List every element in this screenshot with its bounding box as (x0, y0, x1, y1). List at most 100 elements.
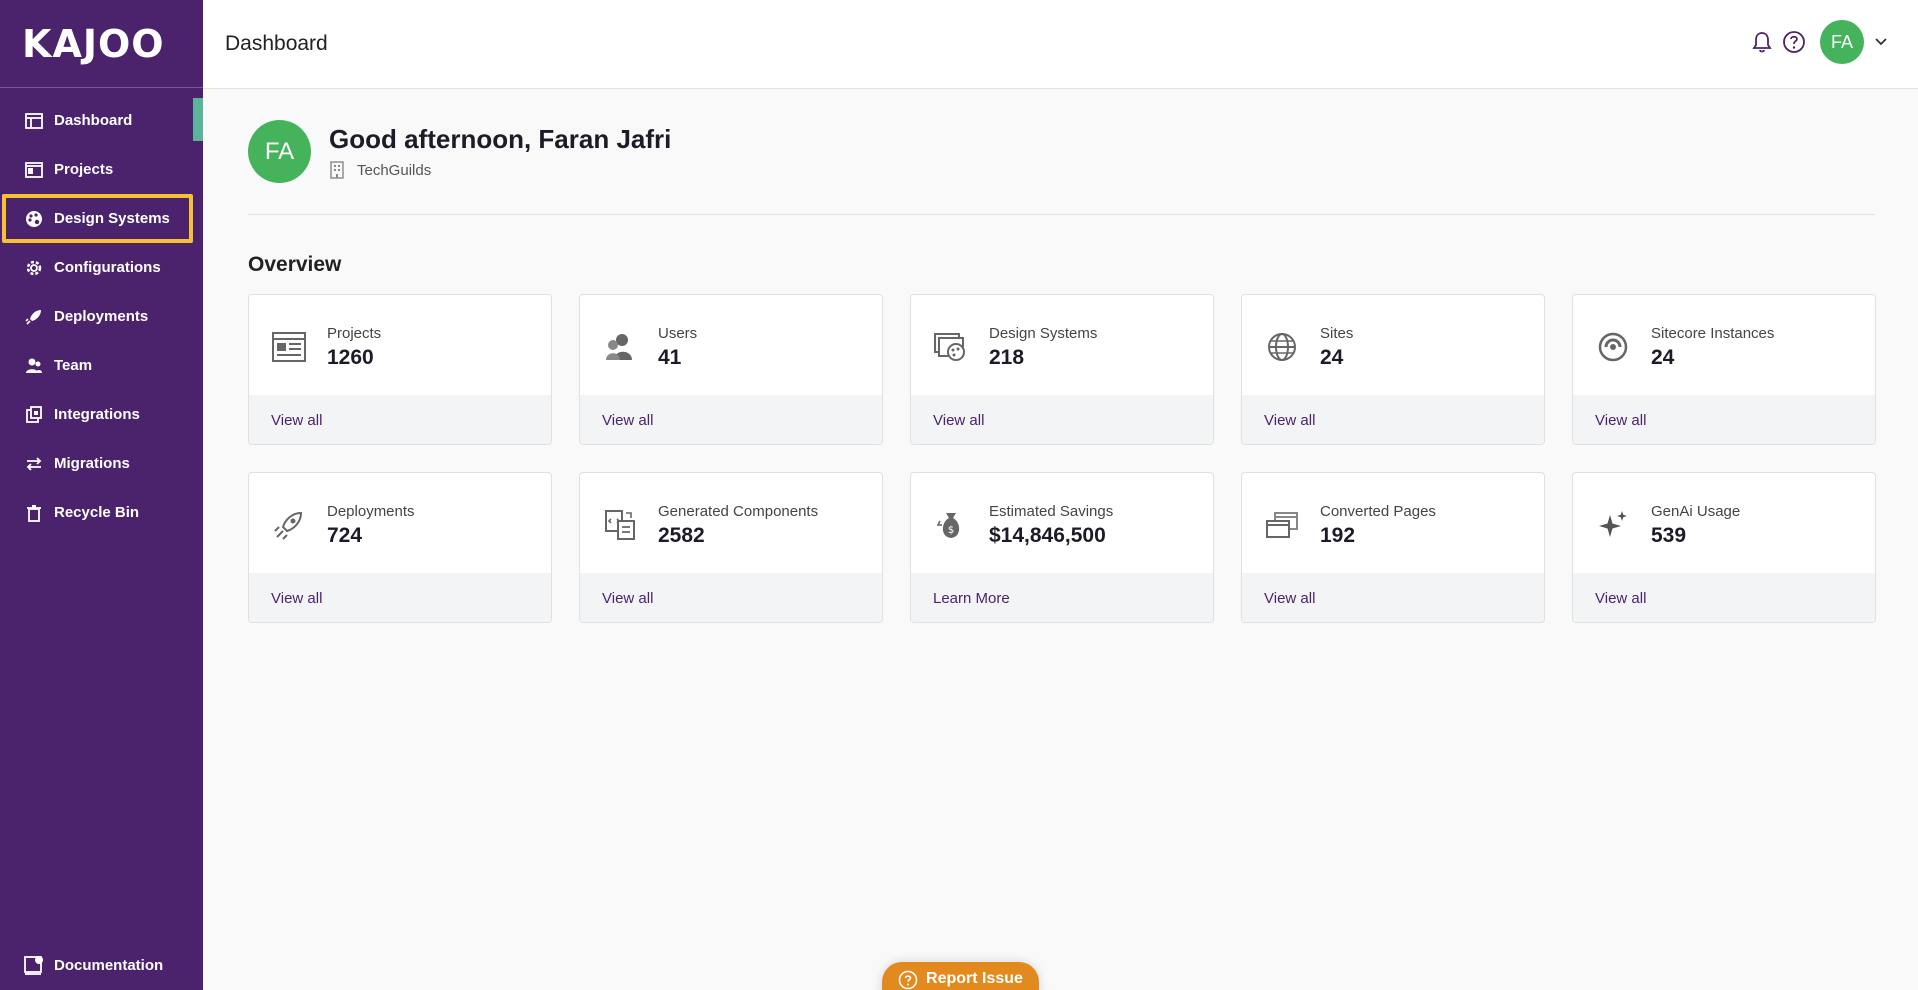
sidebar-item-label: Configurations (54, 259, 161, 276)
gear-icon (22, 256, 46, 280)
card-text: Design Systems 218 (989, 325, 1097, 370)
card-value: 41 (658, 345, 682, 369)
card-body: Deployments 724 (249, 473, 551, 573)
view-all-link[interactable]: View all (1573, 395, 1875, 444)
card-value: 724 (327, 523, 363, 547)
card-label: Sitecore Instances (1651, 324, 1775, 342)
sidebar-item-label: Design Systems (54, 210, 170, 227)
report-issue-label: Report Issue (926, 970, 1023, 987)
card-value: 218 (989, 345, 1025, 369)
overview-title: Overview (248, 253, 342, 276)
card-body: Converted Pages 192 (1242, 473, 1544, 573)
card-text: Generated Components 2582 (658, 503, 818, 548)
sidebar-item-configurations[interactable]: Configurations (0, 243, 203, 292)
stat-card-converted-pages: Converted Pages 192 View all (1241, 472, 1545, 623)
card-label: Projects (327, 324, 382, 342)
stat-card-generated-components: Generated Components 2582 View all (579, 472, 883, 623)
sidebar-item-team[interactable]: Team (0, 341, 203, 390)
help-circle-icon (898, 970, 918, 990)
bell-icon[interactable] (1748, 28, 1776, 56)
organization: TechGuilds (329, 161, 671, 179)
view-all-link[interactable]: View all (249, 395, 551, 444)
greeting-info: Good afternoon, Faran Jafri TechGuilds (329, 124, 671, 179)
card-body: GenAi Usage 539 (1573, 473, 1875, 573)
card-body: Projects 1260 (249, 295, 551, 395)
stat-card-sites: Sites 24 View all (1241, 294, 1545, 445)
sidebar-nav: Dashboard Projects Design Systems Config… (0, 88, 203, 537)
view-all-link[interactable]: View all (1242, 573, 1544, 622)
card-body: Sites 24 (1242, 295, 1544, 395)
card-value: 24 (1651, 345, 1675, 369)
logo-text: KAJOO (22, 21, 165, 66)
greeting-text: Good afternoon, Faran Jafri (329, 124, 672, 154)
view-all-link[interactable]: View all (580, 395, 882, 444)
card-value: $14,846,500 (989, 523, 1106, 547)
card-label: Converted Pages (1320, 502, 1436, 520)
report-issue-button[interactable]: Report Issue (882, 962, 1039, 990)
card-text: GenAi Usage 539 (1651, 503, 1740, 548)
card-text: Users 41 (658, 325, 697, 370)
learn-more-link[interactable]: Learn More (911, 573, 1213, 622)
view-all-link[interactable]: View all (1242, 395, 1544, 444)
organization-name: TechGuilds (357, 161, 432, 179)
card-body: Sitecore Instances 24 (1573, 295, 1875, 395)
sidebar-item-dashboard[interactable]: Dashboard (0, 96, 203, 145)
sidebar-item-label: Team (54, 357, 93, 374)
card-body: Users 41 (580, 295, 882, 395)
trash-icon (22, 501, 46, 525)
card-value: 2582 (658, 523, 705, 547)
pages-icon (1262, 505, 1302, 545)
sidebar: KAJOO Dashboard Projects Design Systems … (0, 0, 203, 990)
projects-icon (269, 327, 309, 367)
code-file-icon (600, 505, 640, 545)
sidebar-item-migrations[interactable]: Migrations (0, 439, 203, 488)
money-bag-icon: $ (931, 505, 971, 545)
card-value: 1260 (327, 345, 374, 369)
sidebar-item-label: Migrations (54, 455, 130, 472)
main-content: FA Good afternoon, Faran Jafri TechGuild… (248, 89, 1876, 623)
sidebar-item-projects[interactable]: Projects (0, 145, 203, 194)
view-all-link[interactable]: View all (580, 573, 882, 622)
sidebar-item-recycle-bin[interactable]: Recycle Bin (0, 488, 203, 537)
sidebar-item-label: Recycle Bin (54, 504, 140, 521)
top-header: Dashboard FA (203, 0, 1918, 89)
stat-card-design-systems: Design Systems 218 View all (910, 294, 1214, 445)
card-text: Estimated Savings $14,846,500 (989, 503, 1113, 548)
stat-card-sitecore-instances: Sitecore Instances 24 View all (1572, 294, 1876, 445)
building-icon (329, 161, 347, 179)
sidebar-item-documentation[interactable]: Documentation (0, 940, 203, 990)
sidebar-item-label: Integrations (54, 406, 140, 423)
help-icon[interactable] (1780, 28, 1808, 56)
user-avatar[interactable]: FA (1820, 20, 1864, 64)
view-all-link[interactable]: View all (911, 395, 1213, 444)
sidebar-item-label: Documentation (54, 956, 164, 974)
view-all-link[interactable]: View all (249, 573, 551, 622)
page-title: Dashboard (225, 32, 328, 55)
card-body: Design Systems 218 (911, 295, 1213, 395)
sidebar-item-integrations[interactable]: Integrations (0, 390, 203, 439)
card-label: Sites (1320, 324, 1354, 342)
rocket-icon (269, 505, 309, 545)
card-label: Design Systems (989, 324, 1098, 342)
card-body: Generated Components 2582 (580, 473, 882, 573)
sidebar-item-design-systems[interactable]: Design Systems (2, 194, 193, 243)
sitecore-icon (1593, 327, 1633, 367)
sidebar-item-deployments[interactable]: Deployments (0, 292, 203, 341)
greeting-section: FA Good afternoon, Faran Jafri TechGuild… (248, 89, 1875, 215)
greeting-avatar: FA (248, 120, 311, 183)
dashboard-icon (22, 109, 46, 133)
rocket-icon (22, 305, 46, 329)
card-text: Projects 1260 (327, 325, 381, 370)
svg-text:$: $ (948, 525, 954, 536)
stat-card-estimated-savings: $ Estimated Savings $14,846,500 Learn Mo… (910, 472, 1214, 623)
arrows-icon (22, 452, 46, 476)
chevron-down-icon[interactable] (1874, 35, 1888, 49)
card-label: Deployments (327, 502, 415, 520)
projects-icon (22, 158, 46, 182)
view-all-link[interactable]: View all (1573, 573, 1875, 622)
integrations-icon (22, 403, 46, 427)
card-text: Deployments 724 (327, 503, 415, 548)
logo[interactable]: KAJOO (0, 0, 203, 88)
globe-icon (1262, 327, 1302, 367)
card-text: Sitecore Instances 24 (1651, 325, 1774, 370)
